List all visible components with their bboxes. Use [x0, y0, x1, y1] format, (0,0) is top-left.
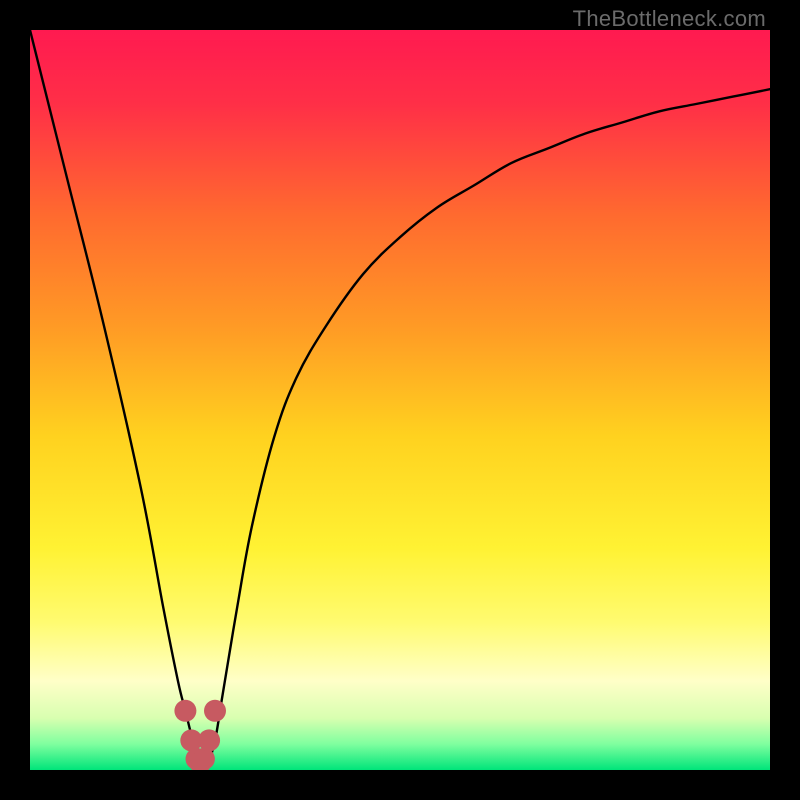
watermark-text: TheBottleneck.com — [573, 6, 766, 32]
outer-frame: TheBottleneck.com — [0, 0, 800, 800]
highlight-marker — [193, 748, 215, 770]
highlight-marker — [198, 729, 220, 751]
bottleneck-curve-path — [30, 30, 770, 766]
plot-area — [30, 30, 770, 770]
highlight-marker — [174, 700, 196, 722]
chart-svg — [30, 30, 770, 770]
highlight-marker — [204, 700, 226, 722]
highlight-markers-group — [174, 700, 226, 770]
